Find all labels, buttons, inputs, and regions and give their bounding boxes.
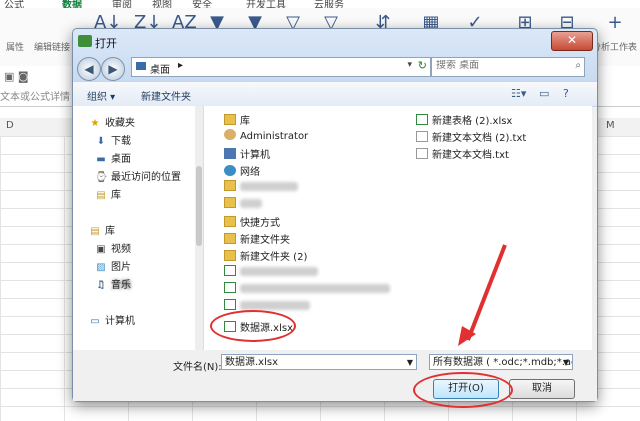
annotation-arrow <box>458 244 507 346</box>
arrow-shaft <box>466 244 507 341</box>
